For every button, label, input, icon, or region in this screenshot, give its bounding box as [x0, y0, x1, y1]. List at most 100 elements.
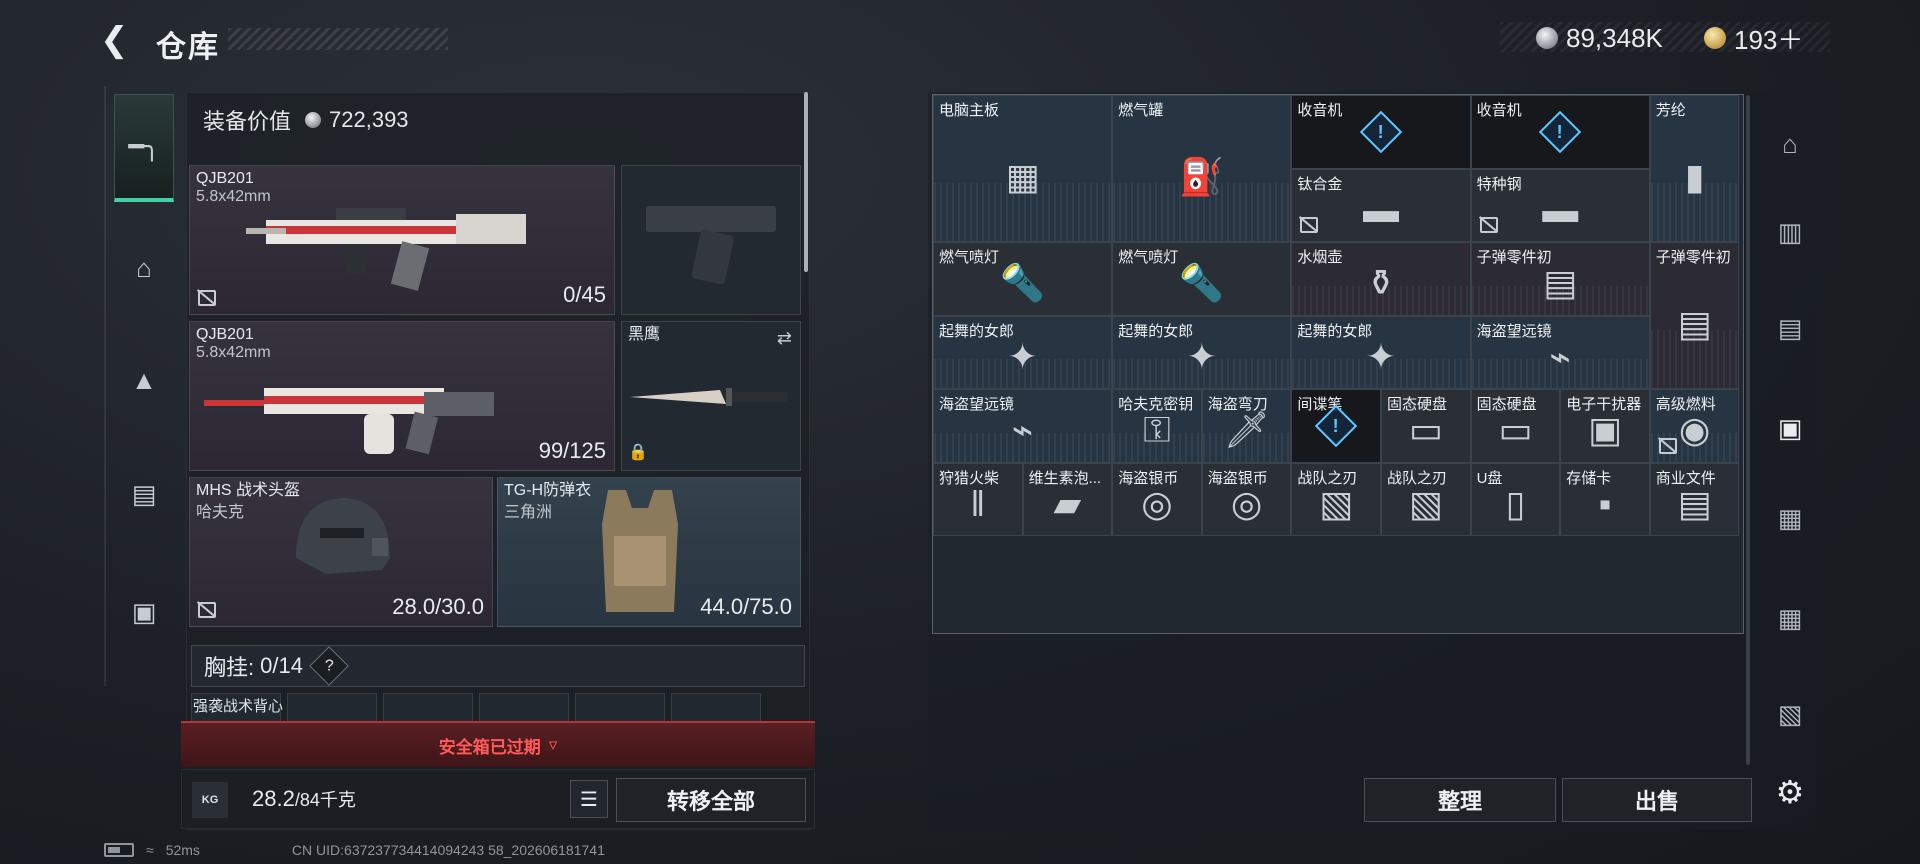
- weight-icon: KG: [192, 782, 228, 818]
- dagger-icon: 🗡: [1223, 409, 1270, 451]
- vest-name: 强袭战术背心: [193, 698, 284, 715]
- grid-item-label: 水烟壶: [1297, 249, 1343, 266]
- grid-item[interactable]: 商业文件 ▤: [1649, 462, 1740, 536]
- wifi-icon: ≈: [146, 842, 154, 858]
- hookah-icon: ⚱: [1365, 262, 1397, 304]
- vest-icon: [602, 490, 678, 612]
- storage-iv-folder-icon: ▤: [1777, 312, 1803, 343]
- tab-iv[interactable]: ▤: [1762, 298, 1818, 358]
- settings-icon[interactable]: ⚙: [1762, 762, 1818, 822]
- storage-iii-icon: ▦: [1777, 602, 1803, 633]
- transfer-all-button[interactable]: 转移全部: [616, 778, 806, 822]
- list-icon[interactable]: ☰: [570, 780, 608, 818]
- helmet-durability: 28.0/30.0: [392, 594, 484, 619]
- no-drop-icon: [196, 600, 216, 618]
- grid-item[interactable]: 海盗望远镜 ⌁: [1470, 315, 1650, 389]
- pistol-icon: ━╮: [128, 131, 160, 161]
- weight-current: 28.2: [252, 786, 295, 811]
- helmet-slot[interactable]: MHS 战术头盔 哈夫克 28.0/30.0: [189, 477, 493, 627]
- grid-item-label: 收音机: [1297, 102, 1343, 119]
- tab-all[interactable]: ⌂: [1762, 114, 1818, 174]
- sell-button[interactable]: 出售: [1562, 778, 1752, 822]
- grid-item[interactable]: 哈夫克密钥 ⚿: [1112, 389, 1202, 463]
- grid-item[interactable]: 起舞的女郎 ✦: [1112, 315, 1292, 389]
- grid-item-label: 子弹零件初: [1655, 249, 1731, 266]
- grid-item[interactable]: 电脑主板 ▦: [933, 95, 1113, 242]
- tab-iii-b[interactable]: ▦: [1762, 588, 1818, 648]
- grid-item[interactable]: 燃气喷灯 🔦: [933, 242, 1113, 316]
- grid-item-label: 起舞的女郎: [1118, 322, 1194, 340]
- grid-item[interactable]: 特种钢 ▬: [1470, 168, 1650, 242]
- pistol-silhouette-icon: [646, 206, 776, 285]
- armor-durability: 44.0/75.0: [700, 594, 792, 619]
- back-icon[interactable]: ❮: [100, 22, 140, 58]
- left-scrollbar[interactable]: [804, 92, 808, 272]
- grid-item[interactable]: 固态硬盘 ▭: [1470, 389, 1561, 463]
- nav-weapons[interactable]: ━╮: [114, 94, 174, 202]
- grid-item[interactable]: 海盗银币 ◎: [1112, 462, 1202, 536]
- nav-backpack[interactable]: ▲: [114, 350, 174, 410]
- grid-item[interactable]: 燃气喷灯 🔦: [1112, 242, 1292, 316]
- grid-item[interactable]: 固态硬盘 ▭: [1381, 389, 1471, 463]
- tab-v[interactable]: ▧: [1762, 684, 1818, 744]
- chevron-down-icon: ▿: [548, 735, 558, 754]
- help-icon[interactable]: ?: [309, 646, 349, 686]
- jammer-icon: ▣: [1587, 409, 1622, 451]
- coin-icon: ◎: [1230, 482, 1263, 524]
- primary-weapon-slot[interactable]: QJB201 5.8x42mm 0/45: [189, 165, 615, 315]
- grid-item[interactable]: 间谍笔!: [1291, 389, 1381, 463]
- armor-slot[interactable]: TG-H防弹衣 三角洲 44.0/75.0: [497, 477, 801, 627]
- tab-iii[interactable]: ▦: [1762, 488, 1818, 548]
- grid-item[interactable]: 维生素泡... ▰: [1022, 462, 1113, 536]
- sort-button[interactable]: 整理: [1364, 778, 1556, 822]
- melee-slot[interactable]: 黑鹰 ⇄ 🔒: [621, 321, 801, 471]
- rifle-icon: [246, 208, 526, 291]
- equipment-panel: 装备价值 722,393 QJB201 5.8x42mm 0/45 QJB201…: [181, 92, 815, 830]
- grid-item[interactable]: 战队之刃 ▧: [1291, 462, 1381, 536]
- grid-item[interactable]: 海盗弯刀 🗡: [1201, 389, 1292, 463]
- silver-currency[interactable]: 89,348K: [1536, 22, 1663, 54]
- gold-currency[interactable]: 193＋: [1704, 22, 1803, 55]
- grid-item[interactable]: 芳纶 ▮: [1649, 95, 1740, 242]
- grid-item[interactable]: 海盗银币 ◎: [1201, 462, 1292, 536]
- telescope-icon: ⌁: [1011, 409, 1034, 451]
- home-icon: ⌂: [1782, 128, 1798, 159]
- grid-item[interactable]: 子弹零件初 ▤: [1470, 242, 1650, 316]
- secondary-weapon-slot[interactable]: QJB201 5.8x42mm 99/125: [189, 321, 615, 471]
- grid-item[interactable]: 收音机!: [1470, 95, 1650, 169]
- melee-name: 黑鹰: [628, 326, 661, 343]
- grid-item[interactable]: 钛合金 ▬: [1291, 168, 1471, 242]
- torch-icon: 🔦: [1179, 262, 1225, 304]
- grid-item[interactable]: 燃气罐 ⛽: [1112, 95, 1292, 242]
- grid-item[interactable]: 电子干扰器 ▣: [1560, 389, 1650, 463]
- grid-item[interactable]: 海盗望远镜 ⌁: [933, 389, 1113, 463]
- storage-panel: 电脑主板 ▦ 燃气罐 ⛽ 收音机! 收音机! 芳纶 ▮ 钛合金 ▬ 特种钢 ▬ 燃气喷灯 🔦 燃气喷灯 🔦 水烟…: [928, 92, 1816, 830]
- grid-item[interactable]: 水烟壶 ⚱: [1291, 242, 1471, 316]
- nav-armor[interactable]: ⌂: [114, 238, 174, 298]
- safebox-expired-banner[interactable]: 安全箱已过期 ▿: [181, 721, 815, 767]
- grid-item-label: 海盗望远镜: [939, 396, 1015, 413]
- grid-item[interactable]: 子弹零件初 ▤: [1649, 242, 1740, 389]
- nav-chest-rig[interactable]: ▤: [114, 464, 174, 524]
- nav-case[interactable]: ▣: [114, 582, 174, 642]
- grid-item[interactable]: 高级燃料 ◉: [1649, 389, 1740, 463]
- chest-rig-bar[interactable]: 胸挂: 0/14 ?: [191, 645, 805, 687]
- torch-icon: 🔦: [1000, 262, 1046, 304]
- grid-item[interactable]: 狩猎火柴 ‖: [933, 462, 1023, 536]
- swap-icon[interactable]: ⇄: [777, 328, 792, 349]
- ammo-count: 0/45: [563, 282, 606, 307]
- grid-item-label: U盘: [1476, 469, 1503, 487]
- pistol-slot[interactable]: [621, 165, 801, 315]
- grid-item[interactable]: 起舞的女郎 ✦: [1291, 315, 1471, 389]
- grid-item[interactable]: 存储卡 ▪: [1560, 462, 1650, 536]
- ssd-icon: ▭: [1498, 409, 1533, 451]
- tab-iv-plus[interactable]: ▥: [1762, 202, 1818, 262]
- grid-item[interactable]: 战队之刃 ▧: [1381, 462, 1471, 536]
- grid-item[interactable]: 收音机!: [1291, 95, 1471, 169]
- grid-item[interactable]: U盘 ▯: [1470, 462, 1561, 536]
- grid-item-label: 海盗望远镜: [1476, 322, 1552, 340]
- tab-iii-active[interactable]: ▣: [1762, 398, 1818, 458]
- grid-scrollbar[interactable]: [1746, 95, 1750, 765]
- grid-item[interactable]: 起舞的女郎 ✦: [933, 315, 1113, 389]
- status-bar: ≈ 52ms CN UID:637237734414094243 58_2026…: [104, 842, 605, 858]
